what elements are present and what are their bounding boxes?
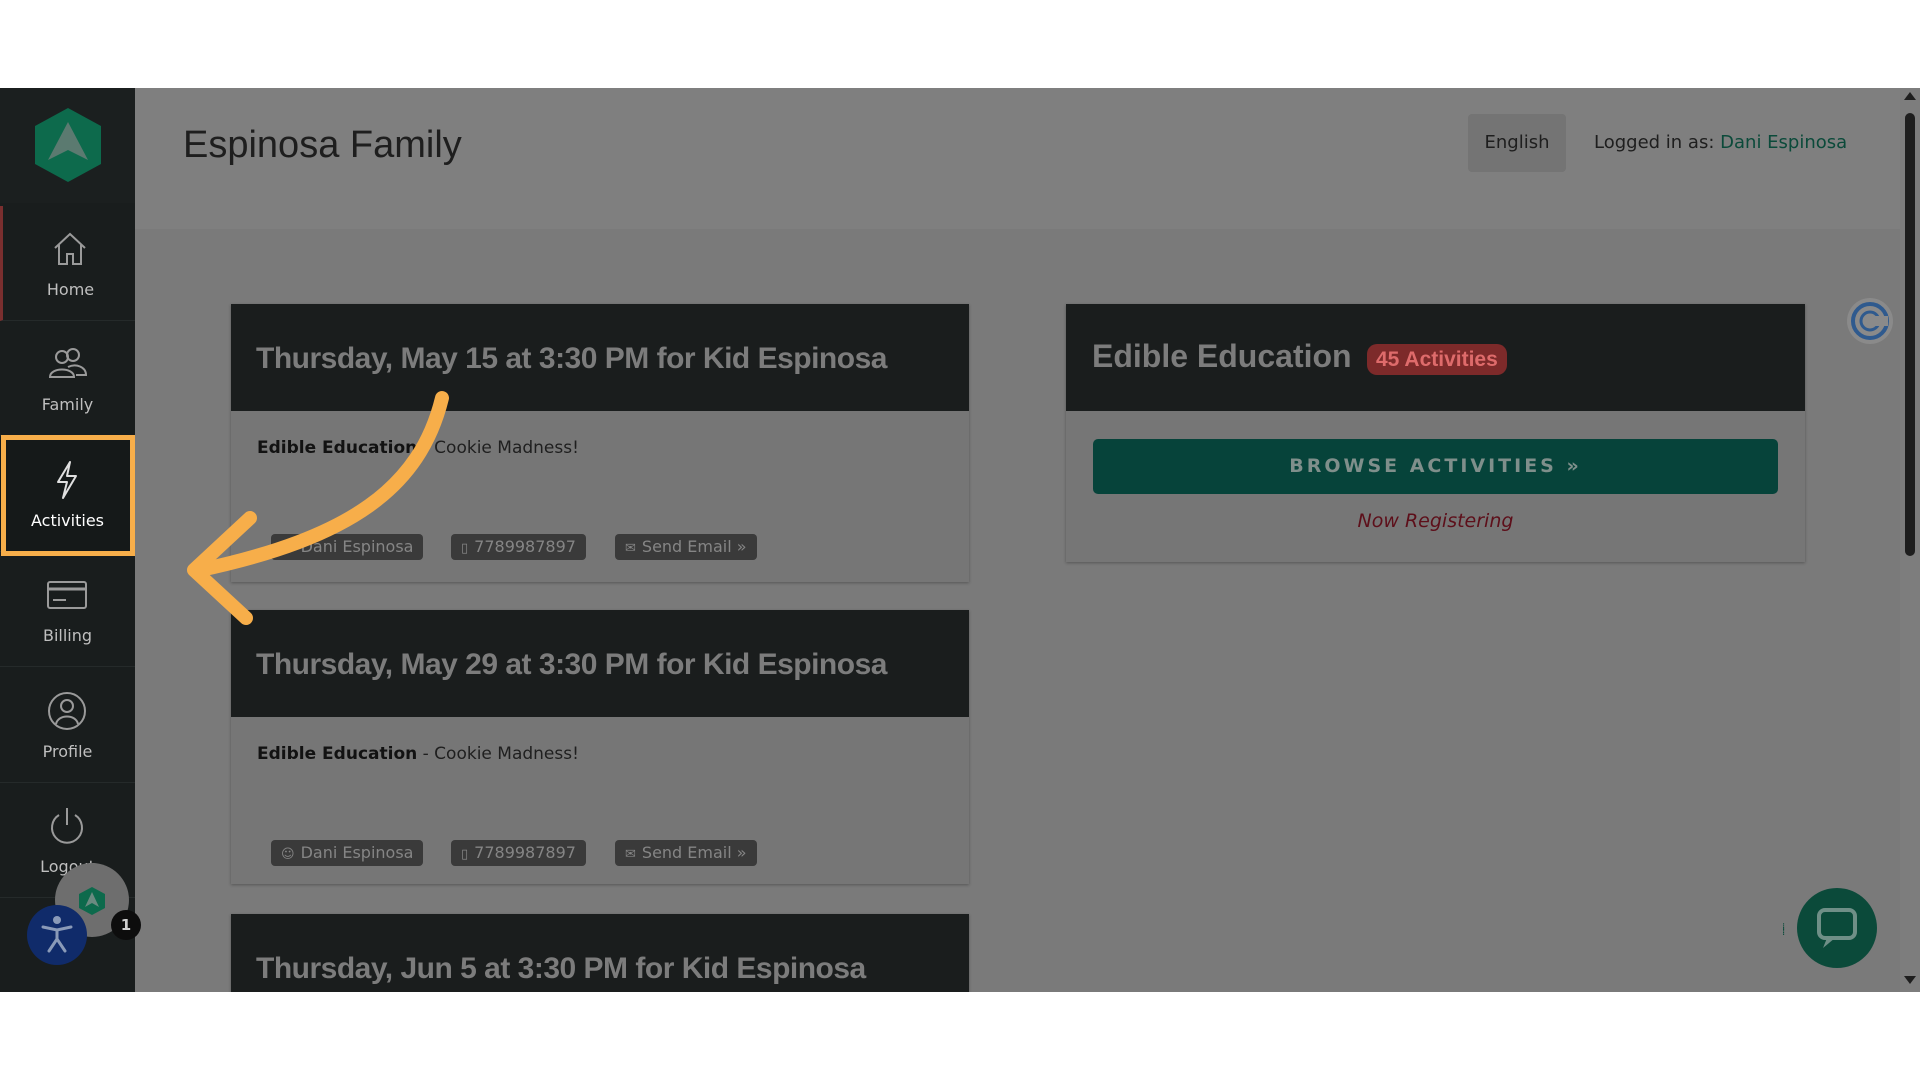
language-button[interactable]: English — [1468, 114, 1566, 172]
contact-name-pill: ☺ Dani Espinosa — [271, 840, 424, 866]
contact-phone-pill[interactable]: ▯ 7789987897 — [451, 840, 586, 866]
sidebar-item-label: Home — [46, 280, 95, 299]
page-header: Espinosa Family English Logged in as: Da… — [135, 88, 1920, 229]
registration-status: Now Registering — [1357, 510, 1514, 532]
event-title: Thursday, Jun 5 at 3:30 PM for Kid Espin… — [256, 952, 866, 985]
scrollbar-thumb[interactable] — [1905, 113, 1915, 556]
contact-phone-pill[interactable]: ▯ 7789987897 — [451, 534, 586, 560]
brand-logo[interactable] — [0, 88, 135, 203]
family-icon — [48, 348, 88, 378]
contact-phone: 7789987897 — [474, 537, 576, 556]
event-card: Thursday, Jun 5 at 3:30 PM for Kid Espin… — [231, 914, 969, 992]
send-email-label: Send Email » — [641, 537, 747, 556]
event-activity: - Cookie Madness! — [417, 744, 579, 764]
sidebar-item-label: Family — [41, 395, 94, 414]
send-email-button[interactable]: ✉ Send Email » — [615, 840, 757, 866]
logged-in-info: Logged in as: Dani Espinosa — [1594, 132, 1847, 153]
send-email-label: Send Email » — [641, 843, 747, 862]
browse-activities-button[interactable]: BROWSE ACTIVITIES » — [1093, 439, 1778, 494]
app-window: Home Family Activities Billing Profile L… — [0, 88, 1920, 992]
user-icon — [48, 692, 86, 730]
sidebar-item-billing[interactable]: Billing — [0, 552, 135, 667]
page-title: Espinosa Family — [183, 124, 462, 166]
contact-phone: 7789987897 — [474, 843, 576, 862]
logged-in-label: Logged in as: — [1594, 132, 1715, 153]
chat-bubble-icon — [1817, 908, 1857, 948]
drag-handle-icon[interactable]: ⁞ ⁞ — [1782, 923, 1790, 947]
phone-icon: ▯ — [461, 847, 469, 862]
accessibility-button[interactable] — [27, 905, 87, 965]
power-icon — [51, 808, 83, 844]
program-panel-header: Edible Education 45 Activities — [1066, 304, 1805, 411]
sidebar-item-label: Profile — [42, 742, 93, 761]
mail-icon: ✉ — [625, 847, 636, 862]
send-email-button[interactable]: ✉ Send Email » — [615, 534, 757, 560]
tutorial-arrow-icon — [187, 391, 449, 625]
event-title: Thursday, May 29 at 3:30 PM for Kid Espi… — [256, 648, 887, 681]
sidebar: Home Family Activities Billing Profile L… — [0, 88, 135, 992]
home-icon — [54, 232, 86, 265]
notification-count-badge: 1 — [111, 910, 141, 940]
extension-icon[interactable] — [1847, 298, 1893, 344]
event-program: Edible Education — [257, 744, 418, 764]
activities-highlight-box — [1, 435, 135, 556]
event-card-header: Thursday, Jun 5 at 3:30 PM for Kid Espin… — [231, 914, 969, 992]
contact-name: Dani Espinosa — [300, 843, 414, 862]
event-description: Edible Education - Cookie Madness! — [257, 744, 579, 764]
scroll-down-arrow-icon[interactable] — [1904, 976, 1916, 984]
sidebar-item-label: Billing — [42, 626, 93, 645]
scroll-up-arrow-icon[interactable] — [1904, 92, 1916, 100]
logged-in-user-link[interactable]: Dani Espinosa — [1720, 132, 1847, 153]
accessibility-icon — [41, 916, 73, 953]
activities-count-badge: 45 Activities — [1367, 344, 1507, 375]
sidebar-item-home[interactable]: Home — [0, 206, 135, 321]
sidebar-item-family[interactable]: Family — [0, 321, 135, 436]
person-icon: ☺ — [281, 847, 295, 862]
program-panel: Edible Education 45 Activities BROWSE AC… — [1066, 304, 1805, 562]
mail-icon: ✉ — [625, 541, 636, 556]
event-card: Thursday, May 29 at 3:30 PM for Kid Espi… — [231, 610, 969, 884]
chat-button[interactable] — [1797, 888, 1877, 968]
credit-card-icon — [47, 581, 87, 609]
program-title: Edible Education — [1092, 338, 1352, 374]
sidebar-item-profile[interactable]: Profile — [0, 668, 135, 783]
